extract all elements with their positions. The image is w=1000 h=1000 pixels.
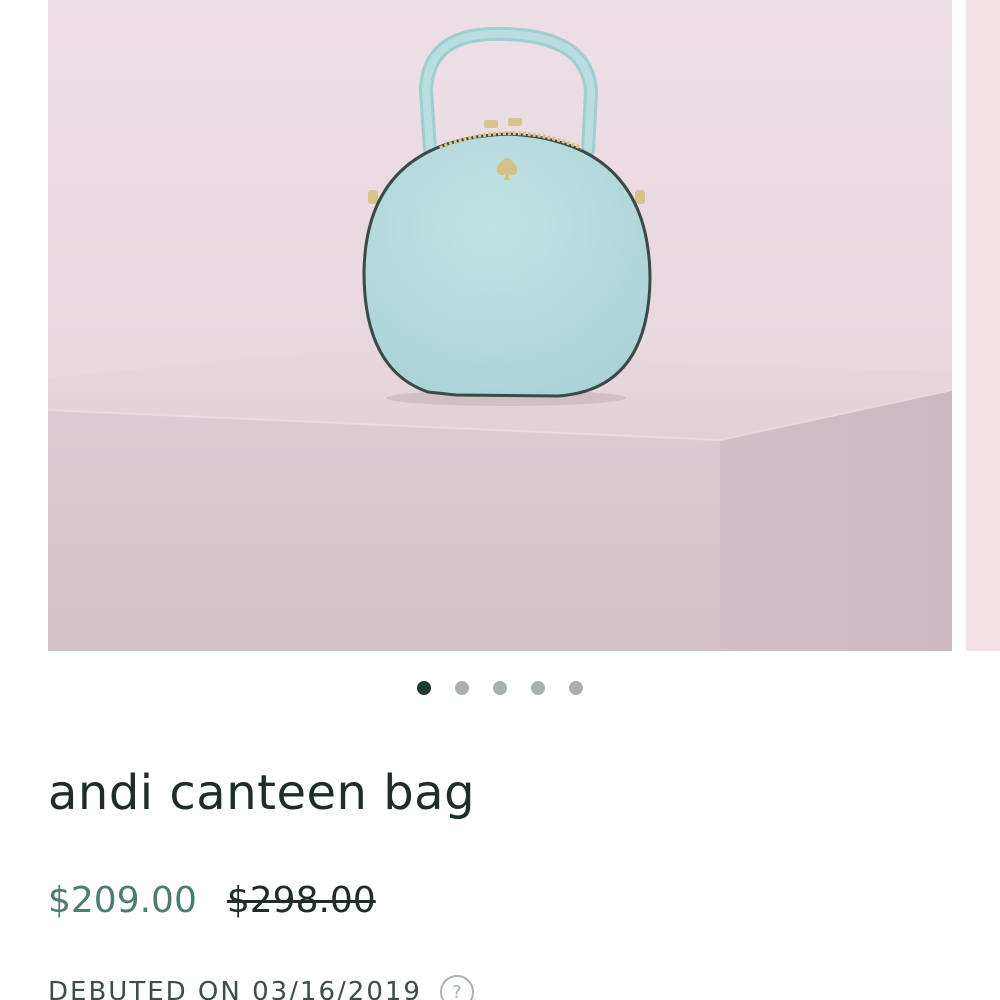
debut-info: DEBUTED ON 03/16/2019 ?: [48, 975, 474, 1000]
product-title: andi canteen bag: [48, 765, 476, 821]
product-image-carousel[interactable]: [0, 0, 1000, 652]
product-page: andi canteen bag $209.00 $298.00 DEBUTED…: [0, 0, 1000, 1000]
help-icon[interactable]: ?: [439, 975, 474, 1000]
product-image-slide[interactable]: [48, 0, 952, 651]
carousel-dot-3[interactable]: [493, 681, 507, 695]
carousel-pagination: [0, 681, 1000, 697]
sale-price: $209.00: [48, 880, 197, 921]
carousel-dot-5[interactable]: [569, 681, 583, 695]
carousel-dot-2[interactable]: [455, 681, 469, 695]
price-row: $209.00 $298.00: [48, 880, 376, 921]
debut-date-text: DEBUTED ON 03/16/2019: [48, 977, 422, 1000]
carousel-dot-1[interactable]: [417, 681, 431, 695]
product-photo: [48, 0, 952, 651]
original-price: $298.00: [226, 880, 376, 921]
next-slide-peek[interactable]: [966, 0, 1000, 651]
carousel-dot-4[interactable]: [531, 681, 545, 695]
